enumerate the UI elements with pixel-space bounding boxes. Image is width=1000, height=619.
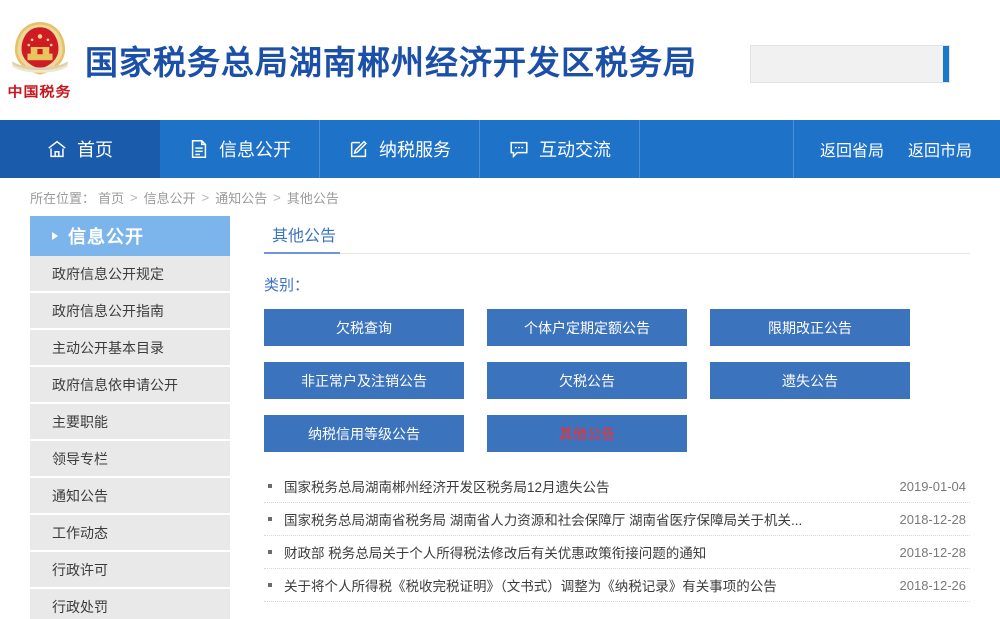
sidebar-item-label: 主动公开基本目录 [52, 338, 164, 358]
sidebar-header-label: 信息公开 [68, 223, 144, 249]
sidebar-item-label: 行政许可 [52, 560, 108, 580]
search-input[interactable] [751, 46, 943, 82]
announcement-title[interactable]: 国家税务总局湖南郴州经济开发区税务局12月遗失公告 [284, 476, 886, 496]
tax-emblem-icon [7, 18, 73, 80]
announcement-date: 2019-01-04 [900, 479, 971, 494]
breadcrumb-separator: > [273, 190, 281, 205]
sidebar-item-list: 政府信息公开规定政府信息公开指南主动公开基本目录政府信息依申请公开主要职能领导专… [30, 256, 230, 619]
category-button-1[interactable]: 个体户定期定额公告 [487, 309, 687, 346]
sidebar-item-label: 工作动态 [52, 523, 108, 543]
category-button-5[interactable]: 遗失公告 [710, 362, 910, 399]
nav-link-province-bureau[interactable]: 返回省局 [820, 137, 884, 161]
tab-bar: 其他公告 [264, 216, 970, 254]
announcement-item[interactable]: 国家税务总局湖南省税务局 湖南省人力资源和社会保障厅 湖南省医疗保障局关于机关.… [264, 503, 970, 536]
site-header: 中国税务 国家税务总局湖南郴州经济开发区税务局 [0, 0, 1000, 120]
announcement-item[interactable]: 关于将个人所得税《税收完税证明》（文书式）调整为《纳税记录》有关事项的公告 201… [264, 569, 970, 602]
nav-item-information-disclosure[interactable]: 信息公开 [160, 120, 320, 178]
breadcrumb-label: 所在位置： [30, 188, 95, 207]
sidebar-item-label: 政府信息依申请公开 [52, 375, 178, 395]
sidebar-item-label: 政府信息公开规定 [52, 264, 164, 284]
bullet-icon [268, 550, 272, 554]
nav-item-label: 互动交流 [539, 136, 611, 162]
breadcrumb-separator: > [130, 190, 138, 205]
category-button-6[interactable]: 纳税信用等级公告 [264, 415, 464, 452]
search-button[interactable] [943, 46, 949, 82]
announcement-date: 2018-12-28 [900, 545, 971, 560]
sidebar-item-3[interactable]: 政府信息依申请公开 [30, 367, 230, 404]
sidebar-item-4[interactable]: 主要职能 [30, 404, 230, 441]
category-label: 类别： [264, 274, 970, 295]
breadcrumb-item-0[interactable]: 首页 [98, 188, 124, 207]
search-box [750, 45, 950, 83]
nav-item-label: 信息公开 [219, 136, 291, 162]
nav-item-home[interactable]: 首页 [0, 120, 160, 178]
sidebar-header[interactable]: 信息公开 [30, 216, 230, 256]
tab-other-announcements[interactable]: 其他公告 [264, 216, 344, 256]
announcement-title[interactable]: 财政部 税务总局关于个人所得税法修改后有关优惠政策衔接问题的通知 [284, 542, 886, 562]
logo-caption: 中国税务 [7, 82, 71, 101]
category-button-3[interactable]: 非正常户及注销公告 [264, 362, 464, 399]
sidebar-item-1[interactable]: 政府信息公开指南 [30, 293, 230, 330]
tab-active-underline [264, 252, 340, 254]
sidebar-item-label: 行政处罚 [52, 597, 108, 617]
sidebar-item-5[interactable]: 领导专栏 [30, 441, 230, 478]
nav-link-city-bureau[interactable]: 返回市局 [908, 137, 972, 161]
category-button-0[interactable]: 欠税查询 [264, 309, 464, 346]
announcement-title[interactable]: 关于将个人所得税《税收完税证明》（文书式）调整为《纳税记录》有关事项的公告 [284, 575, 886, 595]
nav-item-tax-service[interactable]: 纳税服务 [320, 120, 480, 178]
sidebar-item-7[interactable]: 工作动态 [30, 515, 230, 552]
breadcrumb-item-3[interactable]: 其他公告 [287, 188, 339, 207]
announcement-item[interactable]: 财政部 税务总局关于个人所得税法修改后有关优惠政策衔接问题的通知 2018-12-… [264, 536, 970, 569]
breadcrumb-separator: > [202, 190, 210, 205]
announcement-date: 2018-12-28 [900, 512, 971, 527]
sidebar-item-0[interactable]: 政府信息公开规定 [30, 256, 230, 293]
main-content: 其他公告 类别： 欠税查询个体户定期定额公告限期改正公告非正常户及注销公告欠税公… [230, 216, 970, 619]
category-button-grid: 欠税查询个体户定期定额公告限期改正公告非正常户及注销公告欠税公告遗失公告纳税信用… [264, 309, 970, 452]
main-navigation: 首页 信息公开 纳税服务 互动交流 [0, 120, 1000, 178]
bullet-icon [268, 517, 272, 521]
nav-item-interaction[interactable]: 互动交流 [480, 120, 640, 178]
triangle-right-icon [52, 232, 58, 240]
sidebar-item-2[interactable]: 主动公开基本目录 [30, 330, 230, 367]
chat-bubble-icon [508, 138, 530, 160]
sidebar-item-label: 领导专栏 [52, 449, 108, 469]
nav-external-links: 返回省局 返回市局 [793, 120, 1000, 178]
sidebar-item-label: 政府信息公开指南 [52, 301, 164, 321]
sidebar-item-9[interactable]: 行政处罚 [30, 589, 230, 619]
sidebar-item-label: 主要职能 [52, 412, 108, 432]
breadcrumb-item-2[interactable]: 通知公告 [215, 188, 267, 207]
nav-item-label: 纳税服务 [379, 136, 451, 162]
announcement-list: 国家税务总局湖南郴州经济开发区税务局12月遗失公告2019-01-04国家税务总… [264, 470, 970, 602]
page-title: 国家税务总局湖南郴州经济开发区税务局 [85, 36, 697, 84]
site-logo[interactable]: 中国税务 [2, 5, 77, 115]
bullet-icon [268, 583, 272, 587]
category-button-2[interactable]: 限期改正公告 [710, 309, 910, 346]
breadcrumb-item-1[interactable]: 信息公开 [144, 188, 196, 207]
announcement-date: 2018-12-26 [900, 578, 971, 593]
sidebar: 信息公开 政府信息公开规定政府信息公开指南主动公开基本目录政府信息依申请公开主要… [30, 216, 230, 619]
category-button-4[interactable]: 欠税公告 [487, 362, 687, 399]
sidebar-item-label: 通知公告 [52, 486, 108, 506]
category-button-7[interactable]: 其他公告 [487, 415, 687, 452]
home-icon [46, 138, 68, 160]
bullet-icon [268, 484, 272, 488]
breadcrumb: 所在位置： 首页 > 信息公开 > 通知公告 > 其他公告 [0, 178, 1000, 216]
page-body: 信息公开 政府信息公开规定政府信息公开指南主动公开基本目录政府信息依申请公开主要… [0, 216, 1000, 619]
announcement-title[interactable]: 国家税务总局湖南省税务局 湖南省人力资源和社会保障厅 湖南省医疗保障局关于机关.… [284, 509, 886, 529]
sidebar-item-6[interactable]: 通知公告 [30, 478, 230, 515]
announcement-item[interactable]: 国家税务总局湖南郴州经济开发区税务局12月遗失公告 2019-01-04 [264, 470, 970, 503]
pencil-icon [348, 138, 370, 160]
nav-item-label: 首页 [77, 136, 113, 162]
document-icon [188, 138, 210, 160]
sidebar-item-8[interactable]: 行政许可 [30, 552, 230, 589]
